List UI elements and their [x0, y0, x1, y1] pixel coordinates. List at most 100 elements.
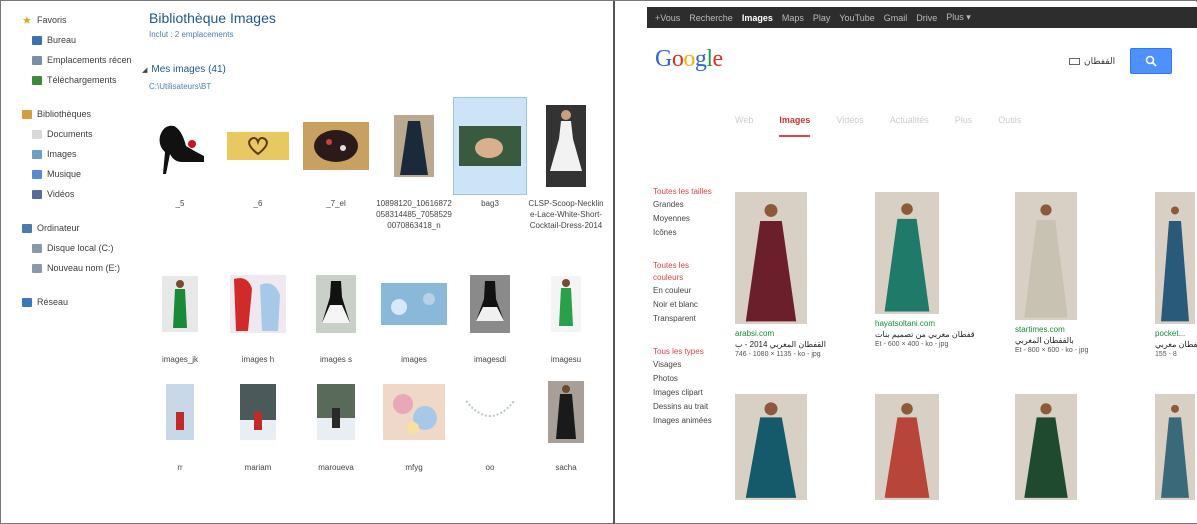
image-result[interactable]: hayatsoltani.com قفطان مغربي من تصميم بنا… — [875, 192, 975, 348]
filter-option[interactable]: Visages — [653, 358, 733, 372]
thumbnail-item[interactable]: 10898120_10616872058314485_7058529007086… — [376, 98, 452, 231]
thumbnail-image[interactable] — [454, 258, 526, 350]
topbar-link[interactable]: Drive — [916, 13, 937, 23]
nav-item-network-0[interactable]: Réseau — [22, 292, 142, 312]
topbar-link[interactable]: +Vous — [655, 13, 680, 23]
thumbnail-item[interactable]: rr — [142, 366, 218, 473]
filter-option[interactable]: Images animées — [653, 414, 733, 428]
thumbnail-item[interactable]: imagesdi — [452, 258, 528, 365]
image-result[interactable]: arabsi.com القفطان المغربي 2014 - ب 746 - … — [735, 192, 826, 358]
thumbnail-image[interactable] — [144, 366, 216, 458]
result-site[interactable]: hayatsoltani.com — [875, 319, 975, 328]
nav-item-libraries-4[interactable]: Vidéos — [22, 184, 142, 204]
thumbnail-image[interactable] — [144, 258, 216, 350]
filter-option[interactable]: Photos — [653, 372, 733, 386]
thumbnail-item[interactable]: bag3 — [452, 97, 528, 209]
filter-heading[interactable]: Tous les types — [653, 346, 733, 358]
search-button[interactable] — [1130, 48, 1172, 74]
result-title[interactable]: بالقفطان المغربي — [1015, 336, 1088, 345]
image-result[interactable] — [1155, 394, 1195, 500]
result-thumbnail[interactable] — [735, 394, 807, 500]
thumbnail-item[interactable]: images — [376, 258, 452, 365]
result-thumbnail[interactable] — [735, 192, 807, 324]
nav-item-favorites-3[interactable]: Téléchargements — [22, 70, 142, 90]
result-site[interactable]: pocket... — [1155, 329, 1197, 338]
topbar-link[interactable]: YouTube — [839, 13, 874, 23]
search-input[interactable]: القفطان — [1069, 56, 1115, 67]
thumbnail-image[interactable] — [378, 366, 450, 458]
result-title[interactable]: قفطان مغربي — [1155, 340, 1197, 349]
result-thumbnail[interactable] — [875, 394, 939, 500]
nav-item-favorites-2[interactable]: Emplacements récen — [22, 50, 142, 70]
topbar-link[interactable]: Play — [813, 13, 831, 23]
result-title[interactable]: القفطان المغربي 2014 - ب — [735, 340, 826, 349]
filter-option[interactable]: Noir et blanc — [653, 298, 733, 312]
tab-outils[interactable]: Outils — [998, 115, 1021, 137]
thumbnail-item[interactable]: _5 — [142, 98, 218, 209]
filter-option[interactable]: Grandes — [653, 198, 733, 212]
image-result[interactable] — [1015, 394, 1077, 500]
thumbnail-image[interactable] — [378, 98, 450, 194]
thumbnail-item[interactable]: oo — [452, 366, 528, 473]
tab-images[interactable]: Images — [779, 115, 811, 137]
topbar-link[interactable]: Maps — [782, 13, 804, 23]
filter-heading[interactable]: Toutes les — [653, 260, 733, 272]
nav-item-computer-0[interactable]: Ordinateur — [22, 218, 142, 238]
thumbnail-item[interactable]: images_jk — [142, 258, 218, 365]
nav-item-favorites-0[interactable]: ★ Favoris — [22, 10, 142, 30]
keyboard-icon[interactable] — [1069, 58, 1080, 66]
nav-item-libraries-2[interactable]: Images — [22, 144, 142, 164]
nav-item-libraries-1[interactable]: Documents — [22, 124, 142, 144]
filter-option[interactable]: Transparent — [653, 312, 733, 326]
nav-item-computer-2[interactable]: Nouveau nom (E:) — [22, 258, 142, 278]
thumbnail-item[interactable]: imagesu — [528, 258, 604, 365]
tab-web[interactable]: Web — [735, 115, 753, 137]
thumbnail-item[interactable]: _6 — [220, 98, 296, 209]
image-result[interactable] — [875, 394, 939, 500]
filter-heading[interactable]: couleurs — [653, 272, 733, 284]
thumbnail-item[interactable]: CLSP-Scoop-Neckline-Lace-White-Short-Coc… — [528, 98, 604, 231]
nav-item-favorites-1[interactable]: Bureau — [22, 30, 142, 50]
thumbnail-image[interactable] — [530, 258, 602, 350]
result-thumbnail[interactable] — [875, 192, 939, 314]
tab-vidéos[interactable]: Vidéos — [836, 115, 863, 137]
topbar-link[interactable]: Recherche — [689, 13, 733, 23]
thumbnail-image[interactable] — [222, 258, 294, 350]
topbar-link[interactable]: Images — [742, 13, 773, 23]
thumbnail-item[interactable]: sacha — [528, 366, 604, 473]
filter-option[interactable]: Icônes — [653, 226, 733, 240]
result-thumbnail[interactable] — [1155, 394, 1195, 500]
thumbnail-image[interactable] — [144, 98, 216, 194]
image-result[interactable]: pocket... قفطان مغربي 155 - 8 — [1155, 192, 1197, 358]
thumbnail-image[interactable] — [222, 98, 294, 194]
nav-item-libraries-3[interactable]: Musique — [22, 164, 142, 184]
thumbnail-image[interactable] — [300, 258, 372, 350]
nav-item-libraries-0[interactable]: Bibliothèques — [22, 104, 142, 124]
result-thumbnail[interactable] — [1015, 394, 1077, 500]
tab-actualités[interactable]: Actualités — [890, 115, 929, 137]
thumbnail-image[interactable] — [454, 366, 526, 458]
result-site[interactable]: startimes.com — [1015, 325, 1088, 334]
thumbnail-image[interactable] — [378, 258, 450, 350]
folder-header[interactable]: ◢ Mes images (41) — [142, 64, 226, 75]
filter-option[interactable]: En couleur — [653, 284, 733, 298]
thumbnail-image[interactable] — [222, 366, 294, 458]
filter-option[interactable]: Dessins au trait — [653, 400, 733, 414]
thumbnail-image[interactable] — [300, 366, 372, 458]
thumbnail-item[interactable]: mariam — [220, 366, 296, 473]
thumbnail-image[interactable] — [300, 98, 372, 194]
thumbnail-item[interactable]: mfyg — [376, 366, 452, 473]
google-logo[interactable]: Google — [655, 46, 723, 73]
library-locations-link[interactable]: Inclut : 2 emplacements — [149, 30, 276, 39]
thumbnail-item[interactable]: maroueva — [298, 366, 374, 473]
nav-item-computer-1[interactable]: Disque local (C:) — [22, 238, 142, 258]
thumbnail-item[interactable]: images s — [298, 258, 374, 365]
thumbnail-image[interactable] — [453, 97, 527, 195]
thumbnail-image[interactable] — [530, 98, 602, 194]
image-result[interactable] — [735, 394, 807, 500]
image-result[interactable]: startimes.com بالقفطان المغربي Et - 800 × … — [1015, 192, 1088, 354]
thumbnail-item[interactable]: _7_el — [298, 98, 374, 209]
thumbnail-image[interactable] — [530, 366, 602, 458]
thumbnail-item[interactable]: images h — [220, 258, 296, 365]
result-thumbnail[interactable] — [1015, 192, 1077, 320]
